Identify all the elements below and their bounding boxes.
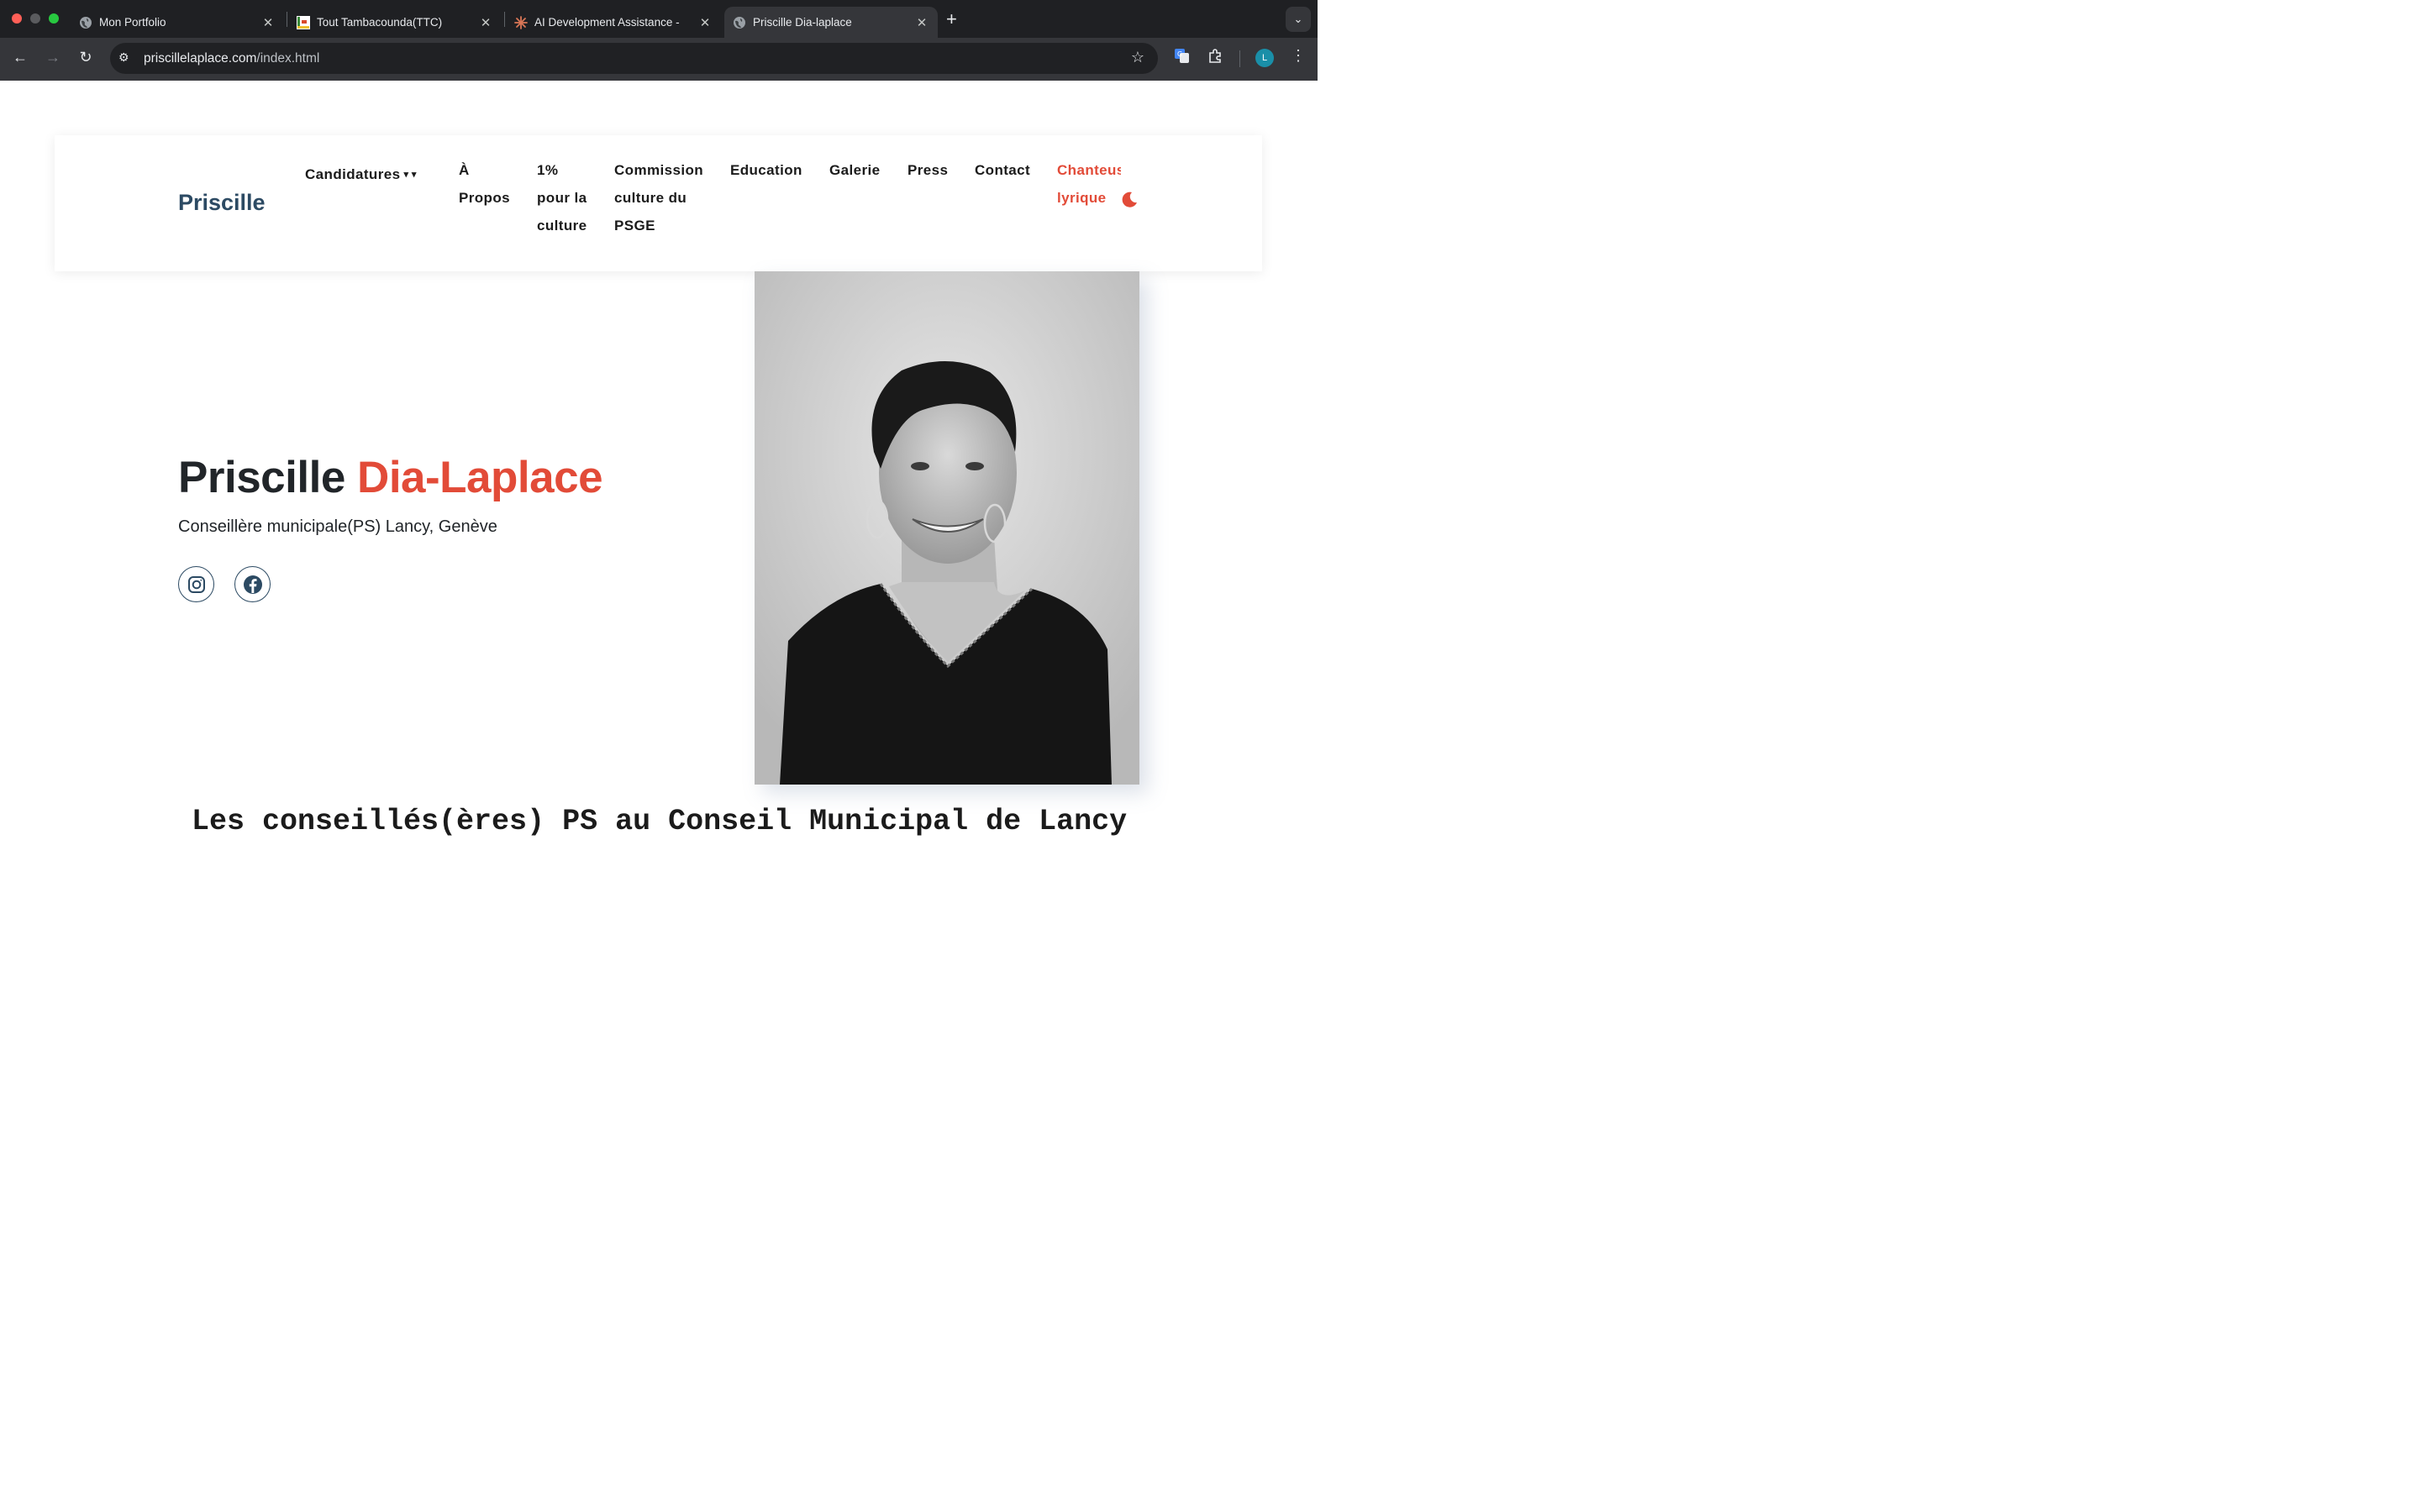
browser-toolbar: ← → ↻ ⚙ priscillelaplace.com/index.html … [0,38,1318,81]
tab-divider [504,12,505,27]
nav-chanteuse-lyrique[interactable]: Chanteus lyrique [1057,156,1121,212]
globe-icon [80,16,92,29]
tab-priscille-dia-laplace[interactable]: Priscille Dia-laplace ✕ [724,7,938,38]
svg-text:G: G [1177,50,1182,58]
section-heading-conseillers: Les conseillés(ères) PS au Conseil Munic… [192,805,1128,838]
tab-tout-tambacounda[interactable]: Tout Tambacounda(TTC) ✕ [288,7,502,38]
portrait-photo [755,271,1139,785]
close-tab-icon[interactable]: ✕ [697,15,713,30]
back-button[interactable]: ← [10,49,30,66]
nav-candidatures-label: Candidatures [305,166,401,182]
ttc-favicon-icon [297,15,310,29]
moon-icon[interactable] [1120,191,1139,209]
site-navbar: Priscille Candidatures ▾ ▾ À Propos 1% po… [55,135,1262,271]
nav-label-line: Commission [614,162,704,178]
nav-a-propos[interactable]: À Propos [459,156,510,212]
nav-1-pour-la-culture[interactable]: 1% pour la culture [537,156,587,239]
hero-last-name: Dia-Laplace [357,453,603,502]
close-window-button[interactable] [12,13,22,24]
facebook-link[interactable] [234,566,271,602]
maximize-window-button[interactable] [49,13,59,24]
url-path: /index.html [256,51,320,66]
close-tab-icon[interactable]: ✕ [478,15,493,30]
portrait-image [755,271,1139,785]
close-tab-icon[interactable]: ✕ [260,15,276,30]
close-tab-icon[interactable]: ✕ [914,15,929,30]
facebook-icon [243,575,262,594]
nav-label-line: pour la [537,190,587,206]
tab-ai-development[interactable]: AI Development Assistance - ✕ [506,7,721,38]
address-bar[interactable]: ⚙ priscillelaplace.com/index.html ☆ [110,43,1158,74]
translate-extension-icon[interactable]: G [1174,48,1190,68]
reload-button[interactable]: ↻ [76,49,96,66]
toolbar-divider [1239,50,1240,67]
tab-mon-portfolio[interactable]: Mon Portfolio ✕ [71,7,284,38]
site-settings-icon[interactable]: ⚙ [118,50,129,65]
nav-label-line: À [459,162,470,178]
asterisk-icon [514,15,528,29]
nav-press[interactable]: Press [908,156,948,184]
tab-title: Tout Tambacounda(TTC) [317,16,443,29]
arrow-left-icon: ← [13,49,28,66]
minimize-window-button[interactable] [30,13,40,24]
instagram-link[interactable] [178,566,214,602]
tab-title: Priscille Dia-laplace [753,16,852,29]
globe-icon [734,16,745,29]
nav-label-line: 1% [537,162,559,178]
nav-label-line: Propos [459,190,510,206]
hero-subtitle: Conseillère municipale(PS) Lancy, Genève [178,517,497,536]
nav-label-line: culture [537,218,587,234]
caret-down-icon: ▾ ▾ [403,170,417,181]
arrow-right-icon: → [45,49,60,66]
url-domain: priscillelaplace.com [144,51,257,66]
instagram-icon [187,575,205,593]
chevron-down-icon: ⌄ [1293,13,1303,25]
nav-label-line: lyrique [1057,190,1107,206]
new-tab-button[interactable]: + [946,8,957,30]
nav-contact[interactable]: Contact [975,156,1030,184]
url-text[interactable]: priscillelaplace.com/index.html [144,51,319,66]
tab-title: AI Development Assistance - [534,16,680,29]
tab-search-button[interactable]: ⌄ [1286,7,1311,32]
forward-button[interactable]: → [43,49,63,66]
nav-label-line: Chanteus [1057,162,1121,178]
extensions-puzzle-icon[interactable] [1207,48,1223,68]
nav-label-line: PSGE [614,218,655,234]
site-brand-logo[interactable]: Priscille [178,190,266,216]
browser-tab-bar: Mon Portfolio ✕ Tout Tambacounda(TTC) ✕ … [0,0,1318,38]
bookmark-star-icon[interactable]: ☆ [1131,49,1144,66]
hero-title: Priscille Dia-Laplace [178,452,603,503]
browser-menu-icon[interactable]: ⋮ [1291,47,1306,65]
profile-avatar[interactable]: L [1255,49,1274,67]
nav-galerie[interactable]: Galerie [829,156,880,184]
tab-title: Mon Portfolio [99,16,166,29]
reload-icon: ↻ [79,49,92,66]
nav-education[interactable]: Education [730,156,802,184]
hero-first-name: Priscille [178,453,345,502]
nav-label-line: culture du [614,190,687,206]
nav-candidatures-dropdown[interactable]: Candidatures ▾ ▾ [305,160,417,189]
nav-commission-culture[interactable]: Commission culture du PSGE [614,156,703,239]
